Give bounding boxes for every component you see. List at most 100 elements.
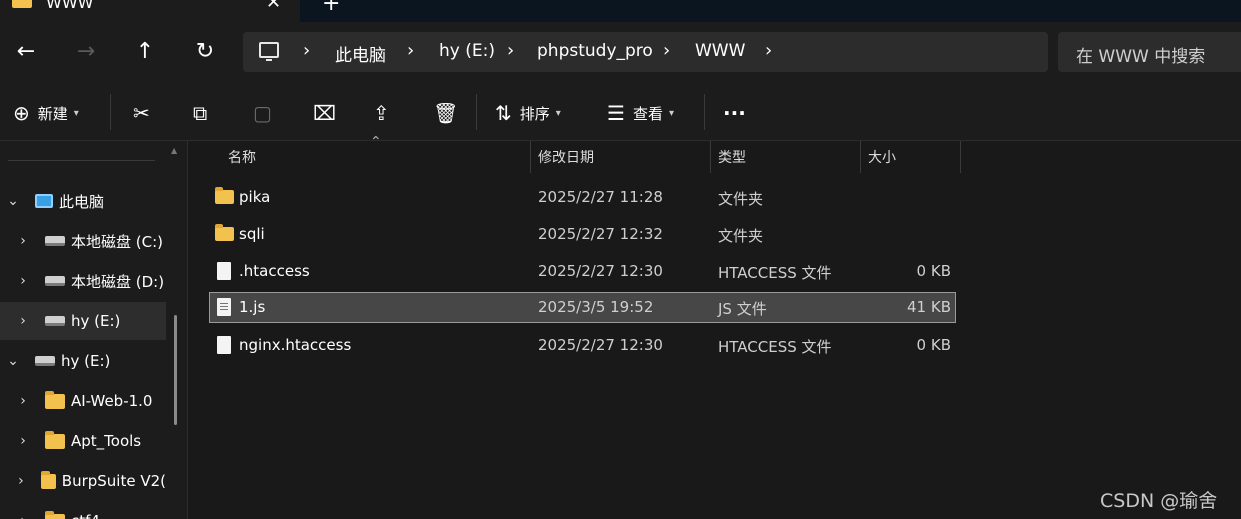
- share-button[interactable]: ⇪: [373, 100, 390, 126]
- column-divider[interactable]: [710, 141, 711, 173]
- document-icon: [217, 298, 231, 316]
- drive-icon: [45, 276, 65, 286]
- sort-button[interactable]: ⇅ 排序 ▾: [495, 100, 561, 126]
- this-pc-icon[interactable]: [259, 42, 279, 61]
- file-size: 0 KB: [916, 262, 951, 280]
- sidebar-item-apt-tools[interactable]: › Apt_Tools: [0, 422, 166, 460]
- chevron-right-icon[interactable]: ›: [15, 393, 31, 409]
- breadcrumb-separator[interactable]: ›: [765, 40, 772, 61]
- column-header-type[interactable]: 类型: [718, 141, 858, 173]
- chevron-right-icon[interactable]: ›: [15, 313, 31, 329]
- column-header-name[interactable]: 名称: [228, 141, 528, 173]
- breadcrumb-drive-e[interactable]: hy (E:): [439, 41, 495, 61]
- file-row[interactable]: sqli 2025/2/27 12:32 文件夹: [209, 219, 956, 250]
- folder-icon: [215, 224, 234, 241]
- breadcrumb-separator[interactable]: ›: [663, 40, 670, 61]
- folder-icon: [215, 187, 234, 204]
- folder-icon: [12, 0, 32, 8]
- file-row-selected[interactable]: 1.js 2025/3/5 19:52 JS 文件 41 KB: [209, 292, 956, 323]
- sidebar-item-drive-e[interactable]: ⌄ hy (E:): [0, 342, 166, 380]
- breadcrumb-separator[interactable]: ›: [303, 40, 310, 61]
- close-icon[interactable]: ✕: [266, 0, 281, 13]
- breadcrumb-this-pc[interactable]: 此电脑: [335, 41, 386, 66]
- up-button[interactable]: ↑: [132, 38, 158, 66]
- new-button[interactable]: ⊕ 新建 ▾: [13, 100, 79, 126]
- copy-icon: ⧉: [193, 101, 208, 125]
- sidebar-item-label: ctf4: [71, 512, 100, 519]
- file-size: 0 KB: [916, 336, 951, 354]
- sidebar-item-ai-web[interactable]: › AI-Web-1.0: [0, 382, 166, 420]
- chevron-right-icon[interactable]: ›: [15, 433, 31, 449]
- sort-label: 排序: [519, 104, 550, 123]
- breadcrumb-www[interactable]: WWW: [695, 41, 745, 61]
- file-name: 1.js: [239, 298, 266, 316]
- chevron-down-icon: ▾: [73, 107, 79, 119]
- folder-icon: [45, 430, 65, 449]
- file-modified: 2025/2/27 12:30: [538, 262, 663, 280]
- file-name: sqli: [239, 225, 265, 243]
- file-type: JS 文件: [718, 300, 767, 318]
- search-input[interactable]: 在 WWW 中搜索: [1076, 42, 1205, 67]
- breadcrumb-separator[interactable]: ›: [507, 40, 514, 61]
- sidebar-item-drive-e-quick[interactable]: › hy (E:): [0, 302, 166, 340]
- delete-button[interactable]: 🗑: [433, 100, 458, 126]
- new-tab-button[interactable]: +: [322, 0, 340, 16]
- file-row[interactable]: .htaccess 2025/2/27 12:30 HTACCESS 文件 0 …: [209, 256, 956, 287]
- trash-icon: 🗑: [433, 101, 459, 125]
- rename-icon: ⌧: [313, 101, 337, 125]
- chevron-right-icon[interactable]: ›: [15, 473, 27, 489]
- chevron-down-icon[interactable]: ⌄: [5, 193, 21, 209]
- navigation-bar: ← → ↑ ↻ › 此电脑 › hy (E:) › phpstudy_pro ›…: [0, 22, 1241, 84]
- chevron-down-icon[interactable]: ⌄: [5, 353, 21, 369]
- address-bar[interactable]: › 此电脑 › hy (E:) › phpstudy_pro › WWW ›: [243, 32, 1048, 72]
- file-name: nginx.htaccess: [239, 336, 352, 354]
- file-icon: [217, 262, 231, 280]
- sidebar-scrollbar[interactable]: [174, 315, 177, 425]
- toolbar-divider: [704, 94, 705, 130]
- breadcrumb-phpstudy-pro[interactable]: phpstudy_pro: [537, 41, 653, 61]
- forward-button[interactable]: →: [73, 38, 99, 66]
- new-label: 新建: [37, 104, 68, 123]
- column-header-modified[interactable]: 修改日期: [538, 141, 708, 173]
- clipboard-icon: ▢: [253, 101, 272, 125]
- chevron-right-icon[interactable]: ›: [15, 513, 31, 519]
- column-divider[interactable]: [530, 141, 531, 173]
- copy-button[interactable]: ⧉: [193, 100, 207, 126]
- file-row[interactable]: nginx.htaccess 2025/2/27 12:30 HTACCESS …: [209, 330, 956, 361]
- refresh-button[interactable]: ↻: [192, 38, 218, 66]
- toolbar-divider: [476, 94, 477, 130]
- view-button[interactable]: ☰ 查看 ▾: [607, 100, 674, 126]
- sidebar-item-drive-d[interactable]: › 本地磁盘 (D:): [0, 262, 166, 300]
- file-row[interactable]: pika 2025/2/27 11:28 文件夹: [209, 182, 956, 213]
- file-modified: 2025/2/27 11:28: [538, 188, 663, 206]
- sidebar-item-burpsuite[interactable]: › BurpSuite V2(: [0, 462, 166, 500]
- pane-divider: [8, 160, 155, 161]
- sidebar-item-ctf4[interactable]: › ctf4: [0, 502, 166, 519]
- search-box[interactable]: 在 WWW 中搜索: [1058, 32, 1241, 72]
- file-type: HTACCESS 文件: [718, 264, 832, 282]
- chevron-right-icon[interactable]: ›: [15, 233, 31, 249]
- more-options-button[interactable]: ···: [723, 100, 746, 126]
- sidebar-item-this-pc[interactable]: ⌄ 此电脑: [0, 182, 166, 220]
- tab-title: WWW: [46, 0, 94, 12]
- drive-icon: [45, 236, 65, 246]
- sidebar-item-label: 本地磁盘 (C:): [71, 232, 163, 251]
- column-header-size[interactable]: 大小: [868, 141, 958, 173]
- paste-button[interactable]: ▢: [253, 100, 272, 126]
- watermark: CSDN @瑜舍: [1100, 490, 1218, 512]
- chevron-down-icon: ▾: [668, 107, 674, 119]
- column-divider[interactable]: [860, 141, 861, 173]
- sidebar-item-drive-c[interactable]: › 本地磁盘 (C:): [0, 222, 166, 260]
- column-divider[interactable]: [960, 141, 961, 173]
- breadcrumb-separator[interactable]: ›: [407, 40, 414, 61]
- scroll-up-icon[interactable]: ▲: [171, 146, 177, 155]
- back-button[interactable]: ←: [13, 38, 39, 66]
- share-icon: ⇪: [373, 101, 390, 125]
- scissors-icon: ✂: [133, 101, 150, 125]
- cut-button[interactable]: ✂: [133, 100, 150, 126]
- chevron-right-icon[interactable]: ›: [15, 273, 31, 289]
- tab-www[interactable]: WWW ✕: [0, 0, 300, 22]
- view-label: 查看: [632, 104, 663, 123]
- rename-button[interactable]: ⌧: [313, 100, 336, 126]
- plus-circle-icon: ⊕: [13, 101, 30, 125]
